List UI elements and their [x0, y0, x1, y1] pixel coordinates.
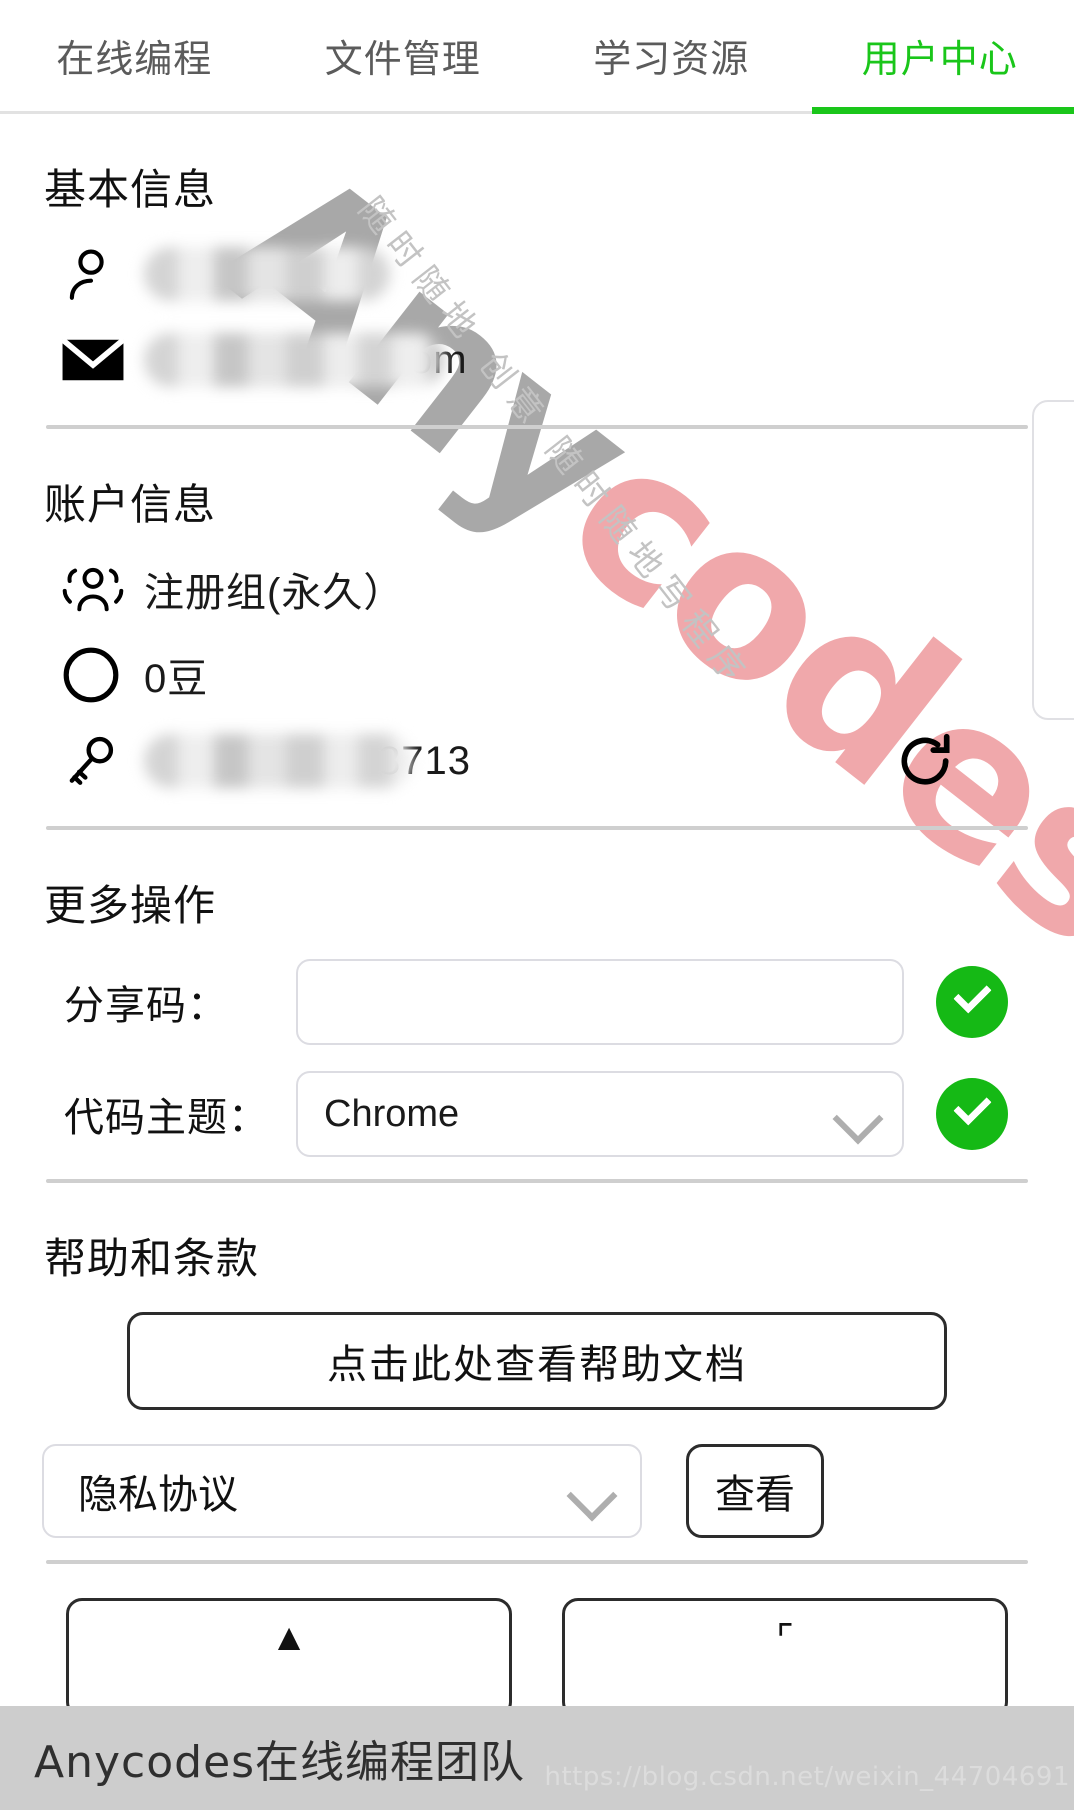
- share-code-label: 分享码：: [64, 984, 228, 1028]
- username-value: [144, 247, 390, 301]
- username-row: [42, 231, 1032, 317]
- share-code-confirm-button[interactable]: [936, 966, 1008, 1038]
- username-redacted-mask: [144, 247, 390, 301]
- user-center-content: 基本信息 om 账户信息: [0, 156, 1074, 1718]
- tab-user-center[interactable]: 用户中心: [806, 28, 1074, 114]
- chevron-down-icon: [836, 1101, 880, 1127]
- footer-team-text: Anycodes在线编程团队: [34, 1737, 526, 1788]
- section-divider: [46, 1179, 1028, 1183]
- email-value: om: [144, 333, 468, 387]
- refresh-icon[interactable]: [888, 724, 962, 798]
- coins-value: 0豆: [144, 657, 209, 701]
- bottom-actions-row: ▲ ⌜: [42, 1598, 1032, 1718]
- share-code-row: 分享码：: [42, 959, 1032, 1045]
- footer-bar: Anycodes在线编程团队: [0, 1706, 1074, 1810]
- secret-key-redacted-mask: [144, 734, 412, 788]
- help-doc-button[interactable]: 点击此处查看帮助文档: [127, 1312, 947, 1410]
- view-terms-button[interactable]: 查看: [686, 1444, 824, 1538]
- code-theme-row: 代码主题： Chrome: [42, 1071, 1032, 1157]
- share-code-input[interactable]: [296, 959, 904, 1045]
- terms-row: 隐私协议 查看: [42, 1444, 1032, 1538]
- tab-file-management[interactable]: 文件管理: [269, 28, 538, 111]
- terms-select-value: 隐私协议: [78, 1473, 238, 1517]
- secret-key-row: 8713: [42, 718, 1032, 804]
- bottom-action-left-button[interactable]: ▲: [66, 1598, 512, 1718]
- key-icon: [60, 730, 144, 792]
- user-group-value: 注册组(永久）: [144, 571, 405, 615]
- section-divider: [46, 425, 1028, 429]
- code-theme-value: Chrome: [324, 1092, 460, 1135]
- coins-row: 0豆: [42, 632, 1032, 718]
- tab-label: 文件管理: [324, 39, 481, 81]
- user-group-row: 注册组(永久）: [42, 546, 1032, 632]
- person-icon: [60, 243, 144, 305]
- section-divider: [46, 1560, 1028, 1564]
- tab-label: 学习资源: [593, 39, 750, 81]
- basic-info-title: 基本信息: [44, 166, 217, 213]
- code-theme-select[interactable]: Chrome: [296, 1071, 904, 1157]
- account-info-title: 账户信息: [44, 481, 217, 528]
- secret-key-value: 8713: [144, 734, 471, 788]
- circle-icon: [60, 644, 144, 706]
- code-theme-label: 代码主题：: [64, 1096, 269, 1140]
- tab-online-programming[interactable]: 在线编程: [0, 28, 269, 111]
- chevron-down-icon: [570, 1478, 614, 1504]
- tab-label: 在线编程: [56, 39, 213, 81]
- tab-label: 用户中心: [861, 39, 1018, 81]
- people-icon: [60, 562, 144, 616]
- help-terms-title: 帮助和条款: [44, 1235, 260, 1282]
- terms-select[interactable]: 隐私协议: [42, 1444, 642, 1538]
- tab-learning-resources[interactable]: 学习资源: [537, 28, 806, 111]
- envelope-icon: [60, 335, 144, 385]
- bottom-action-right-button[interactable]: ⌜: [562, 1598, 1008, 1718]
- email-redacted-mask: [144, 333, 444, 387]
- email-row: om: [42, 317, 1032, 403]
- more-actions-title: 更多操作: [44, 882, 217, 929]
- csdn-watermark-url: https://blog.csdn.net/weixin_44704691: [544, 1762, 1070, 1792]
- section-divider: [46, 826, 1028, 830]
- main-tab-bar: 在线编程 文件管理 学习资源 用户中心: [0, 0, 1074, 114]
- code-theme-confirm-button[interactable]: [936, 1078, 1008, 1150]
